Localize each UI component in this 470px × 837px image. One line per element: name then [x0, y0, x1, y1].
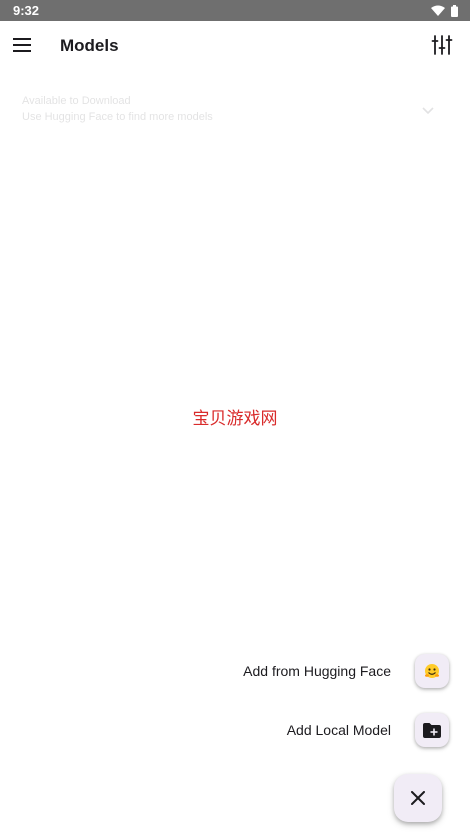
fab-option-label: Add from Hugging Face — [243, 663, 391, 679]
hugging-face-icon — [425, 664, 439, 678]
hamburger-menu-icon[interactable] — [13, 38, 31, 52]
status-time: 9:32 — [13, 3, 40, 18]
wifi-icon — [431, 5, 445, 16]
status-bar: 9:32 — [0, 0, 470, 21]
card-subtitle: Use Hugging Face to find more models — [22, 111, 213, 123]
fab-option-label: Add Local Model — [286, 722, 391, 738]
battery-icon — [451, 4, 458, 17]
chevron-down-icon — [422, 107, 434, 115]
folder-add-icon — [423, 722, 441, 738]
close-icon — [411, 791, 425, 805]
fab-option-local-model[interactable]: Add Local Model — [287, 713, 449, 747]
add-from-hugging-face-button[interactable] — [415, 654, 449, 688]
close-fab-menu-button[interactable] — [394, 774, 442, 822]
watermark-text: 宝贝游戏网 — [192, 409, 278, 429]
card-title: Available to Download — [22, 95, 131, 107]
add-local-model-button[interactable] — [415, 713, 449, 747]
page-title: Models — [60, 36, 119, 55]
tune-icon[interactable] — [431, 34, 453, 56]
available-models-card: Available to Download Use Hugging Face t… — [22, 95, 442, 131]
status-icons — [431, 4, 458, 17]
fab-option-hugging-face[interactable]: Add from Hugging Face — [243, 654, 449, 688]
top-app-bar: Models — [0, 21, 470, 71]
